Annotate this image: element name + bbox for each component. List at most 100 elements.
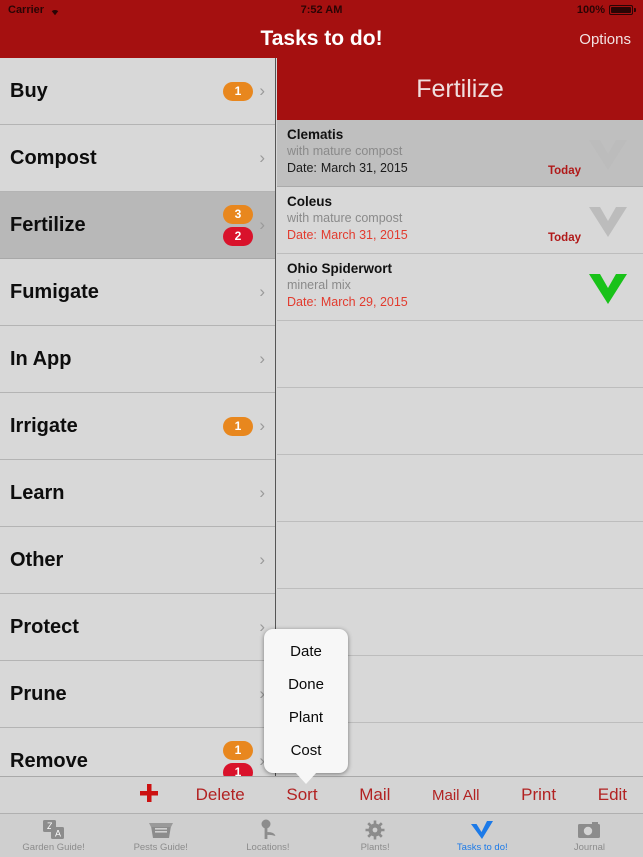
sidebar-item-other[interactable]: Other › — [0, 527, 275, 594]
tab-label: Plants! — [360, 841, 390, 853]
tab-plants[interactable]: Plants! — [322, 814, 429, 857]
sidebar-item-label: Learn — [10, 481, 65, 504]
category-sidebar[interactable]: Buy 1 › Compost › Fertilize 3 2 › Fumigate › In App… — [0, 58, 276, 776]
tab-label: Pests Guide! — [133, 841, 188, 853]
nav-bar: Tasks to do! Options — [0, 20, 643, 58]
pin-icon — [258, 819, 278, 841]
task-pending-check-icon[interactable] — [586, 134, 630, 172]
chevron-right-icon: › — [259, 215, 265, 234]
svg-text:A: A — [55, 828, 61, 838]
sidebar-item-label: Buy — [10, 79, 48, 102]
toolbar-sort-button[interactable]: Sort — [280, 785, 323, 805]
options-button[interactable]: Options — [579, 31, 631, 48]
chevron-right-icon: › — [259, 550, 265, 569]
check-icon — [469, 819, 495, 841]
sidebar-item-in-app[interactable]: In App › — [0, 326, 275, 393]
task-today-badge: Today — [547, 232, 581, 244]
chevron-right-icon: › — [259, 282, 265, 301]
tab-locations[interactable]: Locations! — [214, 814, 321, 857]
tab-journal[interactable]: Journal — [536, 814, 643, 857]
sidebar-item-label: Compost — [10, 146, 97, 169]
task-row[interactable]: Ohio Spiderwort mineral mix Date: March 29,… — [277, 254, 643, 321]
tab-label: Garden Guide! — [22, 841, 85, 853]
task-date-label: Date: — [287, 228, 317, 242]
task-row[interactable]: Coleus with mature compost Date: March 31, … — [277, 187, 643, 254]
sidebar-item-badges: 11 — [223, 740, 253, 776]
chevron-right-icon: › — [259, 349, 265, 368]
task-today-badge: Today — [547, 165, 581, 177]
sidebar-item-buy[interactable]: Buy 1 › — [0, 58, 275, 125]
task-done-check-icon[interactable] — [586, 268, 630, 306]
sidebar-item-label: Protect — [10, 615, 79, 638]
sidebar-item-label: Remove — [10, 749, 88, 772]
battery-full-icon — [609, 5, 633, 15]
tab-label: Locations! — [246, 841, 290, 853]
badge-count: 1 — [223, 762, 253, 776]
task-date-label: Date: — [287, 161, 317, 175]
toolbar-delete-button[interactable]: Delete — [190, 785, 251, 805]
translate-icon: ZA — [42, 819, 66, 841]
sidebar-item-fertilize[interactable]: Fertilize 3 2 › — [0, 192, 275, 259]
detail-header: Fertilize — [277, 58, 643, 120]
task-date-value: March 31, 2015 — [320, 161, 408, 175]
bottom-toolbar: Delete Sort Mail Mail All Print Edit — [0, 776, 643, 814]
sort-popover[interactable]: Date Done Plant Cost — [264, 629, 348, 784]
task-row-empty — [277, 388, 643, 455]
sidebar-item-fumigate[interactable]: Fumigate › — [0, 259, 275, 326]
sidebar-item-label: Other — [10, 548, 64, 571]
sidebar-item-label: Irrigate — [10, 414, 78, 437]
status-bar-time: 7:52 AM — [300, 4, 343, 16]
toolbar-print-button[interactable]: Print — [515, 785, 562, 805]
popover-item-done[interactable]: Done — [264, 668, 348, 701]
task-date-value: March 31, 2015 — [320, 228, 408, 242]
sidebar-item-remove[interactable]: Remove 1 1 › — [0, 728, 275, 776]
task-row-empty — [277, 321, 643, 388]
sidebar-item-irrigate[interactable]: Irrigate 1 › — [0, 393, 275, 460]
battery-cap-icon — [634, 8, 636, 12]
gear-flower-icon — [364, 819, 386, 841]
chevron-right-icon: › — [259, 148, 265, 167]
tab-pests-guide[interactable]: Pests Guide! — [107, 814, 214, 857]
tab-tasks-to-do[interactable]: Tasks to do! — [429, 814, 536, 857]
sidebar-item-badges: 1 — [223, 416, 253, 436]
badge-count: 1 — [223, 740, 253, 760]
task-row-empty — [277, 455, 643, 522]
plus-icon[interactable] — [138, 782, 160, 808]
detail-header-title: Fertilize — [416, 74, 504, 103]
sidebar-item-label: Fumigate — [10, 280, 99, 303]
status-bar-right: 100% — [577, 4, 636, 16]
app-root: Carrier 7:52 AM 100% Tasks to do! Option… — [0, 0, 643, 857]
badge-count: 1 — [223, 81, 253, 101]
task-date-value: March 29, 2015 — [320, 295, 408, 309]
sidebar-item-label: In App — [10, 347, 72, 370]
sidebar-item-compost[interactable]: Compost › — [0, 125, 275, 192]
tab-label: Journal — [573, 841, 606, 853]
camera-icon — [577, 819, 601, 841]
badge-count: 3 — [223, 204, 253, 224]
sidebar-item-protect[interactable]: Protect › — [0, 594, 275, 661]
tab-bar: Z A Garden Guide! Pests Guide! Locations! Pla… — [0, 814, 643, 857]
sidebar-item-learn[interactable]: Learn › — [0, 460, 275, 527]
tab-garden-guide[interactable]: Z A Garden Guide! — [0, 814, 107, 857]
box-icon — [148, 819, 174, 841]
chevron-right-icon: › — [259, 81, 265, 100]
task-row-empty — [277, 522, 643, 589]
task-date-label: Date: — [287, 295, 317, 309]
status-bar: Carrier 7:52 AM 100% — [0, 0, 643, 20]
popover-item-plant[interactable]: Plant — [264, 701, 348, 734]
chevron-right-icon: › — [259, 483, 265, 502]
popover-item-date[interactable]: Date — [264, 635, 348, 668]
sidebar-item-badges: 32 — [223, 204, 253, 246]
toolbar-edit-button[interactable]: Edit — [592, 785, 633, 805]
popover-arrow — [295, 772, 317, 784]
popover-item-cost[interactable]: Cost — [264, 734, 348, 767]
toolbar-mail-button[interactable]: Mail — [353, 785, 396, 805]
battery-percent-label: 100% — [576, 4, 605, 16]
chevron-right-icon: › — [259, 416, 265, 435]
task-row[interactable]: Clematis with mature compost Date: March 31… — [277, 120, 643, 187]
task-pending-check-icon[interactable] — [586, 201, 630, 239]
badge-count: 1 — [223, 416, 253, 436]
sidebar-item-label: Fertilize — [10, 213, 86, 236]
toolbar-mail-all-button[interactable]: Mail All — [426, 787, 486, 804]
sidebar-item-prune[interactable]: Prune › — [0, 661, 275, 728]
